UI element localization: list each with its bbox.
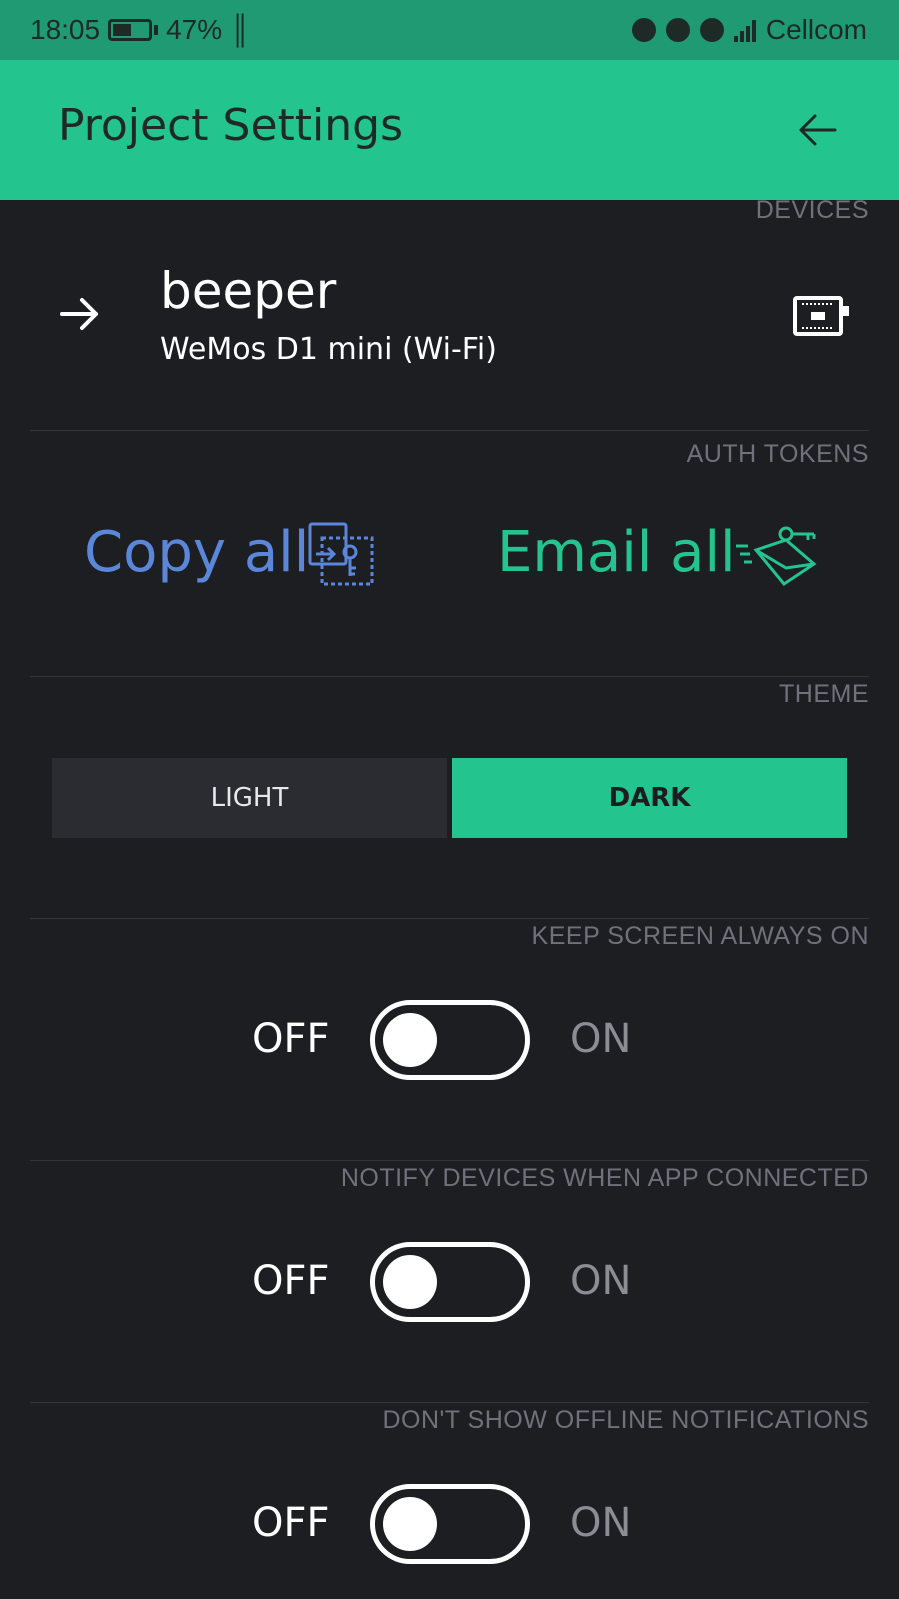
whatsapp-icon: [699, 18, 724, 42]
back-arrow-icon[interactable]: [795, 108, 839, 152]
divider: [30, 918, 869, 919]
offline-notifications-section-label: DON'T SHOW OFFLINE NOTIFICATIONS: [382, 1406, 869, 1434]
notify-devices-switch[interactable]: [370, 1242, 530, 1322]
copy-key-icon[interactable]: [308, 522, 378, 588]
toggle-on-label: ON: [570, 1500, 632, 1546]
auth-tokens-section-label: AUTH TOKENS: [686, 440, 869, 468]
battery-level: 47%: [166, 14, 223, 45]
offline-notifications-switch[interactable]: [370, 1484, 530, 1564]
messenger-icon: [665, 18, 690, 42]
divider: [30, 1160, 869, 1161]
facebook-icon: [631, 18, 656, 42]
keep-screen-section-label: KEEP SCREEN ALWAYS ON: [531, 922, 869, 950]
board-chip-icon: [793, 296, 849, 336]
notify-devices-section-label: NOTIFY DEVICES WHEN APP CONNECTED: [340, 1164, 869, 1192]
switch-knob: [383, 1255, 437, 1309]
toggle-off-label: OFF: [252, 1500, 330, 1546]
carrier-name: Cellcom: [765, 14, 867, 45]
divider: [30, 676, 869, 677]
keep-screen-toggle-row: OFF ON: [0, 1000, 899, 1080]
offline-notifications-toggle-row: OFF ON: [0, 1484, 899, 1564]
devices-section-label: DEVICES: [755, 196, 869, 224]
toggle-on-label: ON: [570, 1016, 632, 1062]
toggle-on-label: ON: [570, 1258, 632, 1304]
page-title: Project Settings: [58, 100, 403, 151]
device-name: beeper: [160, 262, 337, 320]
divider: [30, 430, 869, 431]
keep-screen-switch[interactable]: [370, 1000, 530, 1080]
signal-icon: [733, 18, 756, 42]
app-bar: Project Settings: [0, 60, 899, 200]
device-board: WeMos D1 mini (Wi-Fi): [160, 332, 497, 367]
toggle-off-label: OFF: [252, 1016, 330, 1062]
divider: [30, 1402, 869, 1403]
status-time: 18:05: [30, 14, 101, 45]
toggle-off-label: OFF: [252, 1258, 330, 1304]
email-key-icon[interactable]: [734, 526, 818, 588]
theme-dark-button[interactable]: DARK: [452, 758, 847, 838]
copy-all-button[interactable]: Copy all: [84, 520, 309, 585]
notify-devices-toggle-row: OFF ON: [0, 1242, 899, 1322]
theme-section-label: THEME: [779, 680, 869, 708]
switch-knob: [383, 1013, 437, 1067]
status-bar: 18:05 47% ║ Cellcom: [0, 0, 899, 60]
vibrate-icon: ║: [230, 14, 250, 45]
email-all-button[interactable]: Email all: [497, 520, 736, 585]
theme-light-button[interactable]: LIGHT: [52, 758, 447, 838]
arrow-right-icon: [60, 298, 98, 330]
switch-knob: [383, 1497, 437, 1551]
battery-icon: [108, 19, 153, 41]
